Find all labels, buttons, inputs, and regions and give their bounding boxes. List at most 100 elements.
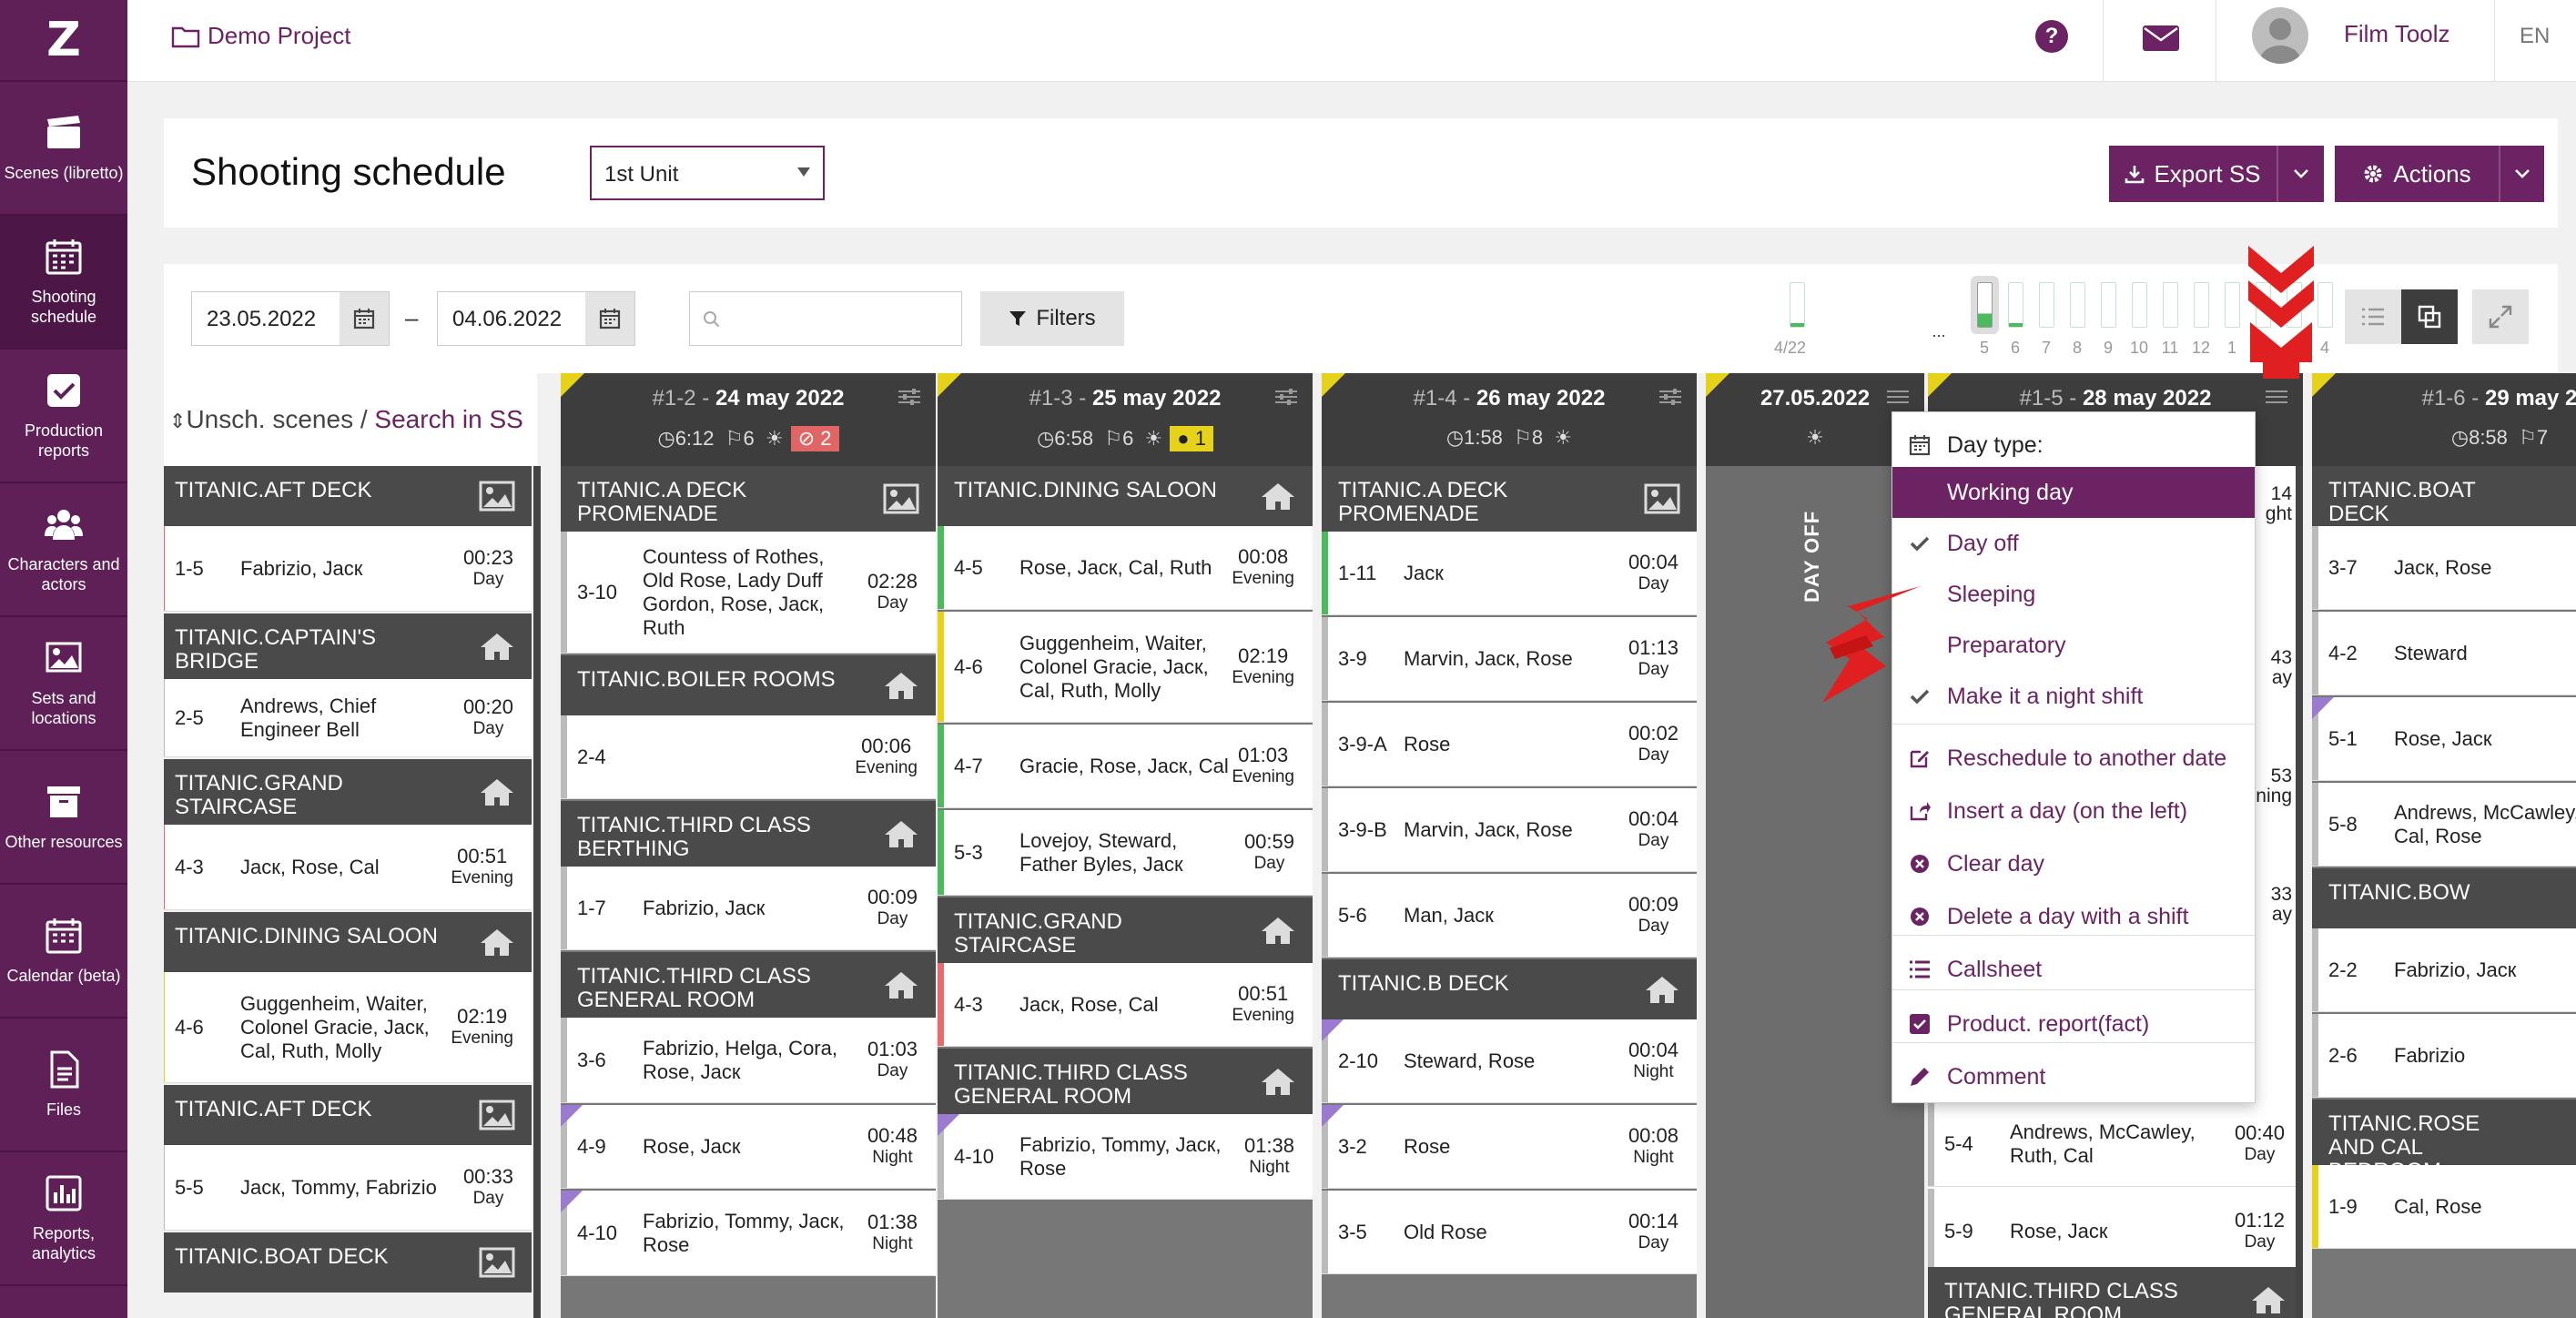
sidebar-item-characters-and-actors[interactable]: Characters and actors [0, 483, 127, 617]
day-header[interactable]: #1-3 - 25 may 2022 ◷6:58 ⚐6 ☀ ● 1 [938, 373, 1313, 466]
location-header[interactable]: TITANIC.BOAT DECK [164, 1232, 532, 1293]
day-header[interactable]: #1-6 - 29 may 2 ◷8:58 ⚐7 [2312, 373, 2576, 466]
menu-item-clear-day[interactable]: Clear day [1892, 838, 2255, 889]
help-icon[interactable]: ? [2035, 20, 2068, 53]
scene-card[interactable]: 5-3 Lovejoy, Steward, Father Byles, Jacк 0… [938, 810, 1313, 896]
scene-card[interactable]: 1-9 Cal, Rose [2312, 1165, 2576, 1249]
day-header[interactable]: #1-4 - 26 may 2022 ◷1:58 ⚐8 ☀ [1322, 373, 1697, 466]
language-switch[interactable]: EN [2520, 24, 2550, 49]
scene-card[interactable]: 2-6 Fabrizio [2312, 1014, 2576, 1098]
mail-icon[interactable] [2143, 25, 2179, 51]
menu-item-make-it-a-night-shift[interactable]: Make it a night shift [1892, 671, 2255, 722]
search-in-ss-link[interactable]: Search in SS [374, 405, 522, 433]
sliders-icon[interactable] [2265, 388, 2288, 406]
scene-card[interactable]: 3-9 Marvin, Jacк, Rose 01:13 Day [1322, 617, 1697, 701]
day-mini-bar[interactable] [2317, 282, 2333, 328]
scene-card[interactable]: 5-9 Rose, Jacк 01:12 Day [1928, 1189, 2303, 1274]
location-header[interactable]: TITANIC.DINING SALOON [938, 466, 1313, 526]
menu-item-insert-a-day-on-the-left[interactable]: Insert a day (on the left) [1892, 786, 2255, 836]
location-header[interactable]: TITANIC.A DECK PROMENADE [1322, 466, 1697, 532]
scene-card[interactable]: 3-10 Countess of Rothes, Old Rose, Lady D… [561, 532, 936, 654]
location-header[interactable]: TITANIC.GRAND STAIRCASE [164, 759, 532, 825]
day-mini-bar[interactable] [2163, 282, 2178, 328]
scene-card[interactable]: 3-9-B Marvin, Jacк, Rose 00:04 Day [1322, 788, 1697, 872]
date-to-input[interactable]: 04.06.2022 [437, 291, 635, 346]
scene-card[interactable]: 2-2 Fabrizio, Jacк [2312, 928, 2576, 1012]
scene-card[interactable]: 4-2 Steward [2312, 612, 2576, 695]
menu-item-reschedule-to-another-date[interactable]: Reschedule to another date [1892, 733, 2255, 784]
scrollbar[interactable] [2296, 466, 2303, 1318]
scene-card[interactable]: 4-3 Jacк, Rose, Cal 00:51 Evening [938, 963, 1313, 1047]
scene-card[interactable]: 5-5 Jacк, Tommy, Fabrizio 00:33 Day [164, 1145, 532, 1231]
scene-card[interactable]: 1-11 Jacк 00:04 Day [1322, 532, 1697, 615]
scene-card[interactable]: 4-5 Rose, Jacк, Cal, Ruth 00:08 Evening [938, 526, 1313, 610]
sidebar-item-production-reports[interactable]: Production reports [0, 350, 127, 483]
scrollbar[interactable] [533, 466, 541, 1318]
menu-item-sleeping[interactable]: Sleeping [1892, 569, 2255, 620]
location-header[interactable]: TITANIC.B DECK [1322, 959, 1697, 1019]
calendar-icon[interactable] [585, 292, 634, 345]
warning-badge[interactable]: ● 1 [1170, 426, 1213, 451]
sidebar-item-scenes-libretto[interactable]: Scenes (libretto) [0, 82, 127, 216]
sidebar-item-shooting-schedule[interactable]: Shooting schedule [0, 216, 127, 350]
menu-item-day-off[interactable]: Day off [1892, 518, 2255, 569]
location-header[interactable]: TITANIC.GRAND STAIRCASE [938, 897, 1313, 963]
scene-card[interactable]: 3-6 Fabrizio, Helga, Cora, Rose, Jacк 01:0… [561, 1018, 936, 1103]
location-header[interactable]: TITANIC.THIRD CLASS GENERAL ROOM [1928, 1267, 2303, 1318]
menu-item-comment[interactable]: Comment [1892, 1051, 2255, 1102]
export-ss-button[interactable]: Export SS [2109, 146, 2277, 202]
day-header[interactable]: #1-2 - 24 may 2022 ◷6:12 ⚐6 ☀ ⊘ 2 [561, 373, 936, 466]
day-mini-bar[interactable] [2225, 282, 2240, 328]
sidebar-item-sets-and-locations[interactable]: Sets and locations [0, 617, 127, 751]
search-input[interactable] [689, 291, 962, 346]
sidebar-item-reports-analytics[interactable]: Reports, analytics [0, 1152, 127, 1286]
location-header[interactable]: TITANIC.THIRD CLASS GENERAL ROOM [938, 1049, 1313, 1114]
location-header[interactable]: TITANIC.BOAT DECK [2312, 466, 2576, 526]
day-mini-bar[interactable] [2132, 282, 2147, 328]
avatar[interactable] [2252, 7, 2308, 64]
location-header[interactable]: TITANIC.THIRD CLASS GENERAL ROOM [561, 952, 936, 1018]
location-header[interactable]: TITANIC.ROSE AND CAL BEDROOM [2312, 1100, 2576, 1183]
warning-badge[interactable]: ⊘ 2 [790, 426, 839, 451]
list-view-button[interactable] [2345, 289, 2401, 344]
scene-card[interactable]: 4-6 Guggenheim, Waiter, Colonel Gracie, J… [938, 612, 1313, 723]
scene-card[interactable]: 4-7 Gracie, Rose, Jacк, Cal 01:03 Evening [938, 725, 1313, 808]
scene-card[interactable]: 4-3 Jacк, Rose, Cal 00:51 Evening [164, 825, 532, 910]
scene-card[interactable]: 1-5 Fabrizio, Jacк 00:23 Day [164, 526, 532, 612]
scene-card[interactable]: 5-1 Rose, Jacк [2312, 697, 2576, 781]
sliders-icon[interactable] [1658, 388, 1682, 406]
unit-select[interactable]: 1st Unit [590, 146, 825, 200]
filters-button[interactable]: Filters [980, 291, 1124, 346]
location-header[interactable]: TITANIC.A DECK PROMENADE [561, 466, 936, 532]
scene-card[interactable]: 1-7 Fabrizio, Jacк 00:09 Day [561, 867, 936, 950]
scene-card[interactable]: 2-10 Steward, Rose 00:04 Night [1322, 1019, 1697, 1103]
day-mini-bar[interactable] [2070, 282, 2085, 328]
day-mini-bar[interactable] [2039, 282, 2054, 328]
sidebar-item-calendar-beta[interactable]: Calendar (beta) [0, 885, 127, 1019]
menu-item-working-day[interactable]: Working day [1892, 467, 2255, 518]
scene-card[interactable]: 2-5 Andrews, Chief Engineer Bell 00:20 Day [164, 679, 532, 757]
scene-card[interactable]: 4-9 Rose, Jacк 00:48 Night [561, 1105, 936, 1189]
scene-card[interactable]: 5-6 Man, Jacк 00:09 Day [1322, 874, 1697, 958]
scene-card[interactable]: 3-9-A Rose 00:02 Day [1322, 703, 1697, 786]
sort-icon[interactable]: ⇕ [169, 410, 186, 432]
scene-card[interactable]: 5-8 Andrews, McCawley, Cal, Rose [2312, 783, 2576, 867]
location-header[interactable]: TITANIC.CAPTAIN'S BRIDGE [164, 613, 532, 679]
menu-item-preparatory[interactable]: Preparatory [1892, 620, 2255, 671]
scene-card[interactable]: 2-4 00:06 Evening [561, 715, 936, 799]
scene-card[interactable]: 4-10 Fabrizio, Tommy, Jacк, Rose 01:38 Nigh… [938, 1114, 1313, 1200]
sidebar-item-other-resources[interactable]: Other resources [0, 751, 127, 885]
project-link[interactable]: Demo Project [171, 22, 351, 50]
scene-card[interactable]: 4-6 Guggenheim, Waiter, Colonel Gracie, J… [164, 972, 532, 1083]
board-view-button[interactable] [2401, 289, 2458, 344]
location-header[interactable]: TITANIC.BOILER ROOMS [561, 655, 936, 715]
export-dropdown-button[interactable] [2277, 146, 2324, 202]
sliders-icon[interactable] [898, 388, 921, 406]
scene-card[interactable]: 4-10 Fabrizio, Tommy, Jacк, Rose 01:38 Nigh… [561, 1191, 936, 1276]
day-mini-bar[interactable] [2194, 282, 2209, 328]
menu-item-callsheet[interactable]: Callsheet [1892, 944, 2255, 995]
actions-dropdown-button[interactable] [2499, 146, 2544, 202]
location-header[interactable]: TITANIC.AFT DECK [164, 466, 532, 526]
unscheduled-label[interactable]: Unsch. scenes [186, 405, 353, 433]
day-mini-bar[interactable] [2008, 282, 2023, 328]
